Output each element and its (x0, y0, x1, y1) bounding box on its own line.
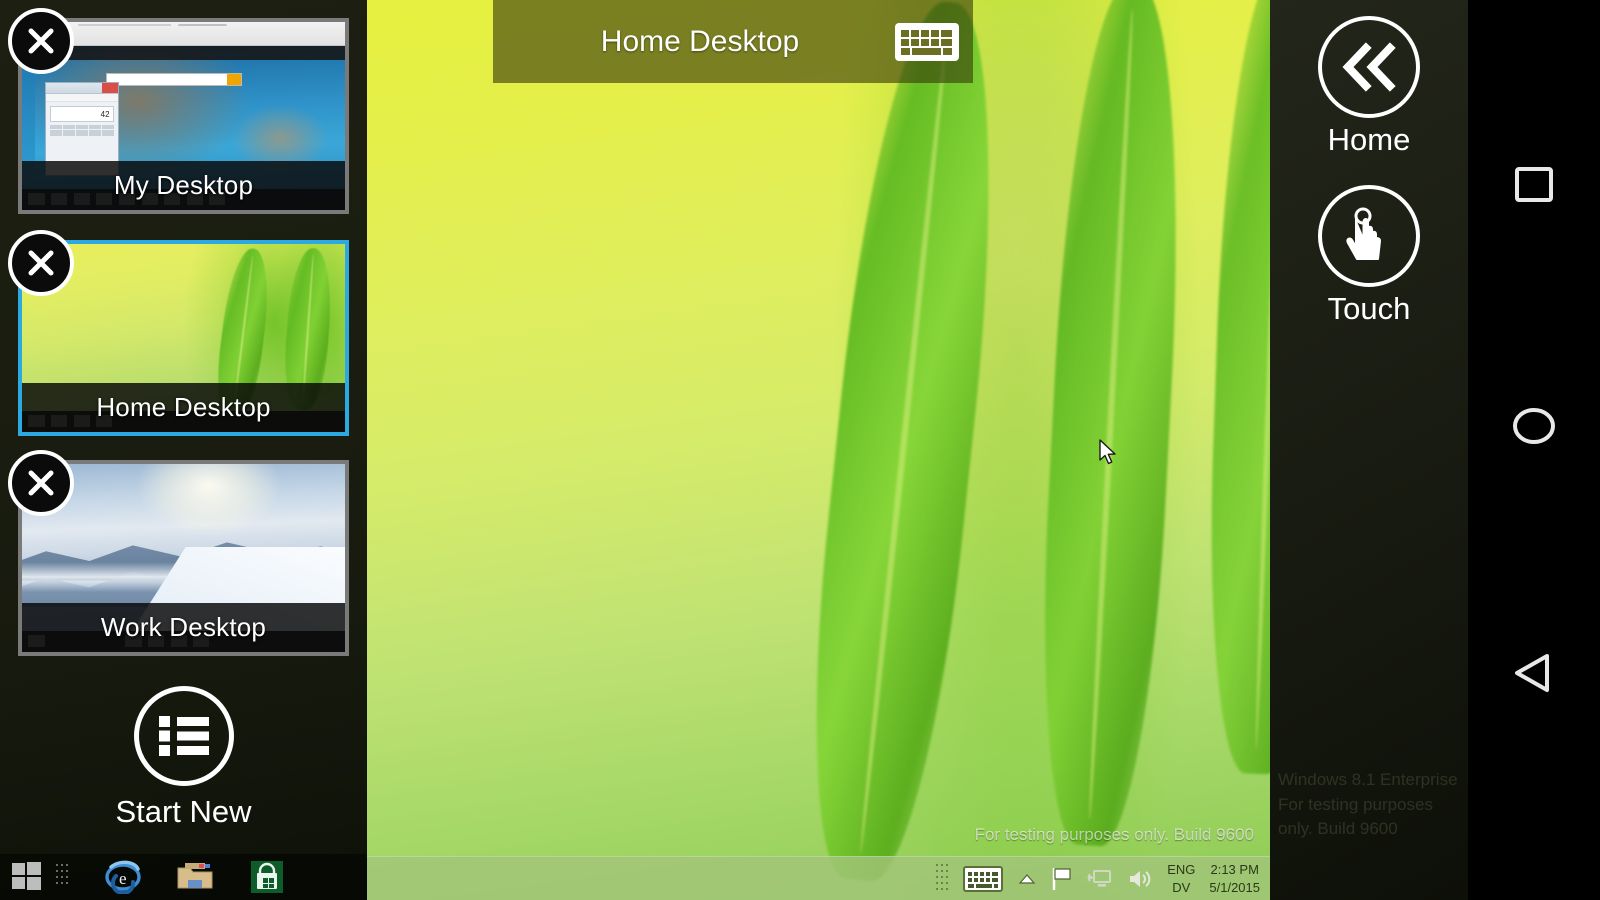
session-label: My Desktop (22, 161, 345, 210)
volume-icon[interactable] (1127, 867, 1153, 891)
windows-taskbar-remote: ENG DV 2:13 PM 5/1/2015 (367, 856, 1270, 900)
grip-handle-icon[interactable] (935, 862, 949, 896)
session-thumbnail-my-desktop[interactable]: 42 My Desktop (8, 8, 349, 214)
close-icon (102, 83, 118, 94)
svg-text:e: e (119, 869, 127, 888)
windows-start-icon[interactable] (0, 854, 54, 900)
browser-chrome (34, 22, 345, 47)
app-root: 42 My Desktop Home Desktop Work Desktop … (0, 0, 1600, 900)
wallpaper-frond (1201, 0, 1270, 776)
home-button[interactable]: Home (1270, 16, 1468, 158)
start-new-label: Start New (115, 794, 252, 829)
internet-explorer-icon[interactable]: e (96, 854, 150, 900)
list-icon (133, 686, 234, 786)
calculator-titlebar (45, 83, 118, 95)
keyboard-layout-code: DV (1172, 879, 1191, 895)
calculator-menubar (45, 94, 118, 103)
back-button[interactable] (1468, 650, 1600, 701)
flag-icon[interactable] (1051, 866, 1073, 892)
browser-nav-strip (34, 46, 345, 60)
keyboard-icon[interactable] (963, 865, 1004, 892)
session-label: Home Desktop (22, 383, 345, 432)
double-chevron-left-icon (1318, 16, 1420, 118)
clock[interactable]: 2:13 PM 5/1/2015 (1209, 861, 1260, 896)
bing-search-box (105, 72, 242, 86)
close-icon[interactable] (8, 230, 74, 296)
windows-watermark: Windows 8.1 Enterprise For testing purpo… (975, 799, 1254, 848)
triangle-left-icon (1511, 650, 1557, 701)
close-icon[interactable] (8, 450, 74, 516)
language-indicator[interactable]: ENG DV (1167, 861, 1195, 896)
browser-address-bar (78, 23, 172, 26)
watermark-line-1: Windows 8.1 Enterprise (1278, 770, 1458, 790)
clock-time: 2:13 PM (1210, 861, 1259, 877)
system-tray: ENG DV 2:13 PM 5/1/2015 (935, 857, 1270, 900)
circle-icon (1511, 405, 1557, 452)
language-code: ENG (1167, 861, 1196, 877)
calculator-keypad (49, 124, 114, 139)
search-icon (227, 73, 241, 85)
session-thumbnail-home-desktop[interactable]: Home Desktop (8, 230, 349, 436)
remote-desktop-viewport[interactable]: Home Desktop For testing purposes only. … (367, 0, 1270, 900)
session-list-panel: 42 My Desktop Home Desktop Work Desktop … (0, 0, 367, 900)
touch-pointer-icon (1318, 185, 1420, 287)
windows-store-icon[interactable] (240, 854, 294, 900)
session-label: Work Desktop (22, 603, 345, 652)
watermark-line-2: For testing purposes only. Build 9600 (974, 825, 1254, 845)
windows-taskbar-left: e (0, 854, 367, 900)
touch-button-label: Touch (1327, 291, 1411, 326)
mouse-cursor (1098, 439, 1118, 472)
control-sidebar: Home Touch Windows 8.1 Enterprise For te… (1270, 0, 1468, 900)
square-icon (1513, 165, 1555, 212)
file-explorer-icon[interactable] (168, 854, 222, 900)
home-button-android[interactable] (1468, 405, 1600, 452)
home-button-label: Home (1327, 122, 1411, 157)
session-header-bar: Home Desktop (493, 0, 973, 83)
session-thumbnail-work-desktop[interactable]: Work Desktop (8, 450, 349, 656)
watermark-line-2: For testing purposes only. Build 9600 (1278, 794, 1433, 839)
windows-watermark-overflow: Windows 8.1 Enterprise For testing purpo… (1278, 768, 1462, 842)
chevron-up-icon[interactable] (1017, 872, 1037, 886)
page-title: Home Desktop (600, 24, 800, 58)
android-navigation-bar (1468, 0, 1600, 900)
calculator-display: 42 (49, 106, 114, 122)
grip-handle-icon[interactable] (54, 854, 72, 900)
touch-button[interactable]: Touch (1270, 185, 1468, 327)
start-new-button[interactable]: Start New (0, 686, 367, 830)
close-icon[interactable] (8, 8, 74, 74)
clock-date: 5/1/2015 (1209, 879, 1260, 895)
network-icon[interactable] (1087, 867, 1113, 891)
browser-tab (177, 23, 228, 26)
recents-button[interactable] (1468, 165, 1600, 212)
keyboard-icon[interactable] (881, 22, 973, 62)
